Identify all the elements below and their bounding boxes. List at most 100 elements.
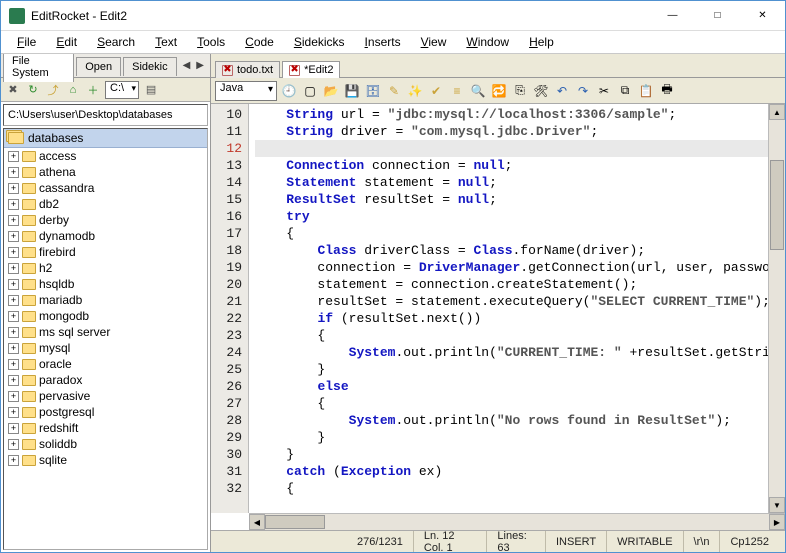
tb-cut-icon[interactable]: ✂ (595, 82, 613, 100)
sidebar-tab-sidekick[interactable]: Sidekic (123, 57, 176, 76)
gutter-line[interactable]: 18 (213, 242, 242, 259)
file-tree[interactable]: databases +access+athena+cassandra+db2+d… (3, 128, 208, 550)
tb-goto-icon[interactable]: ⎘ (511, 82, 529, 100)
tb-recent-icon[interactable]: 🕘 (280, 82, 298, 100)
code-line[interactable]: Connection connection = null; (255, 157, 768, 174)
tree-item-firebird[interactable]: +firebird (4, 244, 207, 260)
expand-icon[interactable]: + (8, 439, 19, 450)
menu-window[interactable]: Window (456, 33, 519, 51)
expand-icon[interactable]: + (8, 327, 19, 338)
gutter-line[interactable]: 12 (213, 140, 242, 157)
code-line[interactable]: catch (Exception ex) (255, 463, 768, 480)
menu-help[interactable]: Help (519, 33, 564, 51)
sidebar-tab-file-system[interactable]: File System (3, 53, 74, 82)
tree-item-cassandra[interactable]: +cassandra (4, 180, 207, 196)
tb-edit-icon[interactable]: ✎ (385, 82, 403, 100)
line-gutter[interactable]: 1011121314151617181920212223242526272829… (211, 104, 249, 513)
code-line[interactable]: } (255, 429, 768, 446)
minimize-button[interactable]: — (650, 1, 695, 30)
gutter-line[interactable]: 17 (213, 225, 242, 242)
tree-item-access[interactable]: +access (4, 148, 207, 164)
tb-redo-icon[interactable]: ↷ (574, 82, 592, 100)
menu-edit[interactable]: Edit (46, 33, 87, 51)
fs-filter-icon[interactable]: ▤ (143, 82, 159, 98)
code-line[interactable]: connection = DriverManager.getConnection… (255, 259, 768, 276)
gutter-line[interactable]: 11 (213, 123, 242, 140)
fs-home-icon[interactable]: ⌂ (65, 82, 81, 98)
expand-icon[interactable]: + (8, 151, 19, 162)
code-line[interactable]: } (255, 361, 768, 378)
tb-print-icon[interactable]: 🖶 (658, 82, 676, 100)
expand-icon[interactable]: + (8, 247, 19, 258)
sidebar-tab-prev-icon[interactable]: ◀ (181, 60, 193, 71)
tb-find-icon[interactable]: 🔍 (469, 82, 487, 100)
tree-item-sqlite[interactable]: +sqlite (4, 452, 207, 468)
code-line[interactable]: if (resultSet.next()) (255, 310, 768, 327)
path-input[interactable]: C:\Users\user\Desktop\databases (3, 104, 208, 126)
gutter-line[interactable]: 19 (213, 259, 242, 276)
gutter-line[interactable]: 30 (213, 446, 242, 463)
gutter-line[interactable]: 10 (213, 106, 242, 123)
fs-new-icon[interactable]: ＋ (85, 82, 101, 98)
code-line[interactable]: String driver = "com.mysql.jdbc.Driver"; (255, 123, 768, 140)
tree-item-paradox[interactable]: +paradox (4, 372, 207, 388)
tree-item-mysql[interactable]: +mysql (4, 340, 207, 356)
gutter-line[interactable]: 32 (213, 480, 242, 497)
expand-icon[interactable]: + (8, 423, 19, 434)
expand-icon[interactable]: + (8, 407, 19, 418)
expand-icon[interactable]: + (8, 311, 19, 322)
tree-item-soliddb[interactable]: +soliddb (4, 436, 207, 452)
tb-paste-icon[interactable]: 📋 (637, 82, 655, 100)
fs-refresh-icon[interactable]: ↻ (25, 82, 41, 98)
code-line[interactable]: ResultSet resultSet = null; (255, 191, 768, 208)
gutter-line[interactable]: 26 (213, 378, 242, 395)
editor-tab-todo-txt[interactable]: ✖todo.txt (215, 61, 280, 78)
gutter-line[interactable]: 21 (213, 293, 242, 310)
tb-new-icon[interactable]: ▢ (301, 82, 319, 100)
tb-tools-icon[interactable]: 🛠 (532, 82, 550, 100)
scroll-up-icon[interactable]: ▲ (769, 104, 785, 120)
tab-close-icon[interactable]: ✖ (222, 65, 233, 76)
gutter-line[interactable]: 22 (213, 310, 242, 327)
gutter-line[interactable]: 23 (213, 327, 242, 344)
menu-code[interactable]: Code (235, 33, 284, 51)
code-line[interactable] (255, 140, 768, 157)
scroll-down-icon[interactable]: ▼ (769, 497, 785, 513)
tree-item-h2[interactable]: +h2 (4, 260, 207, 276)
tb-format-icon[interactable]: ≡ (448, 82, 466, 100)
expand-icon[interactable]: + (8, 359, 19, 370)
code-line[interactable]: else (255, 378, 768, 395)
tb-open-icon[interactable]: 📂 (322, 82, 340, 100)
tb-validate-icon[interactable]: ✔ (427, 82, 445, 100)
tree-root[interactable]: databases (4, 129, 207, 148)
editor-tab--Edit2[interactable]: ✖*Edit2 (282, 61, 340, 78)
fs-close-icon[interactable]: ✖ (5, 82, 21, 98)
tree-item-hsqldb[interactable]: +hsqldb (4, 276, 207, 292)
code-line[interactable]: Statement statement = null; (255, 174, 768, 191)
code-line[interactable]: Class driverClass = Class.forName(driver… (255, 242, 768, 259)
maximize-button[interactable]: □ (695, 1, 740, 30)
drive-selector[interactable]: C:\ (105, 81, 139, 99)
code-editor[interactable]: String url = "jdbc:mysql://localhost:330… (249, 104, 768, 513)
gutter-line[interactable]: 25 (213, 361, 242, 378)
expand-icon[interactable]: + (8, 183, 19, 194)
horizontal-scrollbar[interactable]: ◀ ▶ (249, 513, 785, 530)
tb-wand-icon[interactable]: ✨ (406, 82, 424, 100)
expand-icon[interactable]: + (8, 279, 19, 290)
gutter-line[interactable]: 16 (213, 208, 242, 225)
expand-icon[interactable]: + (8, 391, 19, 402)
expand-icon[interactable]: + (8, 199, 19, 210)
tb-saveall-icon[interactable]: 🗄 (364, 82, 382, 100)
gutter-line[interactable]: 31 (213, 463, 242, 480)
menu-search[interactable]: Search (87, 33, 145, 51)
tb-replace-icon[interactable]: 🔁 (490, 82, 508, 100)
tb-undo-icon[interactable]: ↶ (553, 82, 571, 100)
gutter-line[interactable]: 24 (213, 344, 242, 361)
menu-tools[interactable]: Tools (187, 33, 235, 51)
code-line[interactable]: } (255, 446, 768, 463)
tb-copy-icon[interactable]: ⧉ (616, 82, 634, 100)
gutter-line[interactable]: 28 (213, 412, 242, 429)
gutter-line[interactable]: 13 (213, 157, 242, 174)
expand-icon[interactable]: + (8, 455, 19, 466)
expand-icon[interactable]: + (8, 343, 19, 354)
